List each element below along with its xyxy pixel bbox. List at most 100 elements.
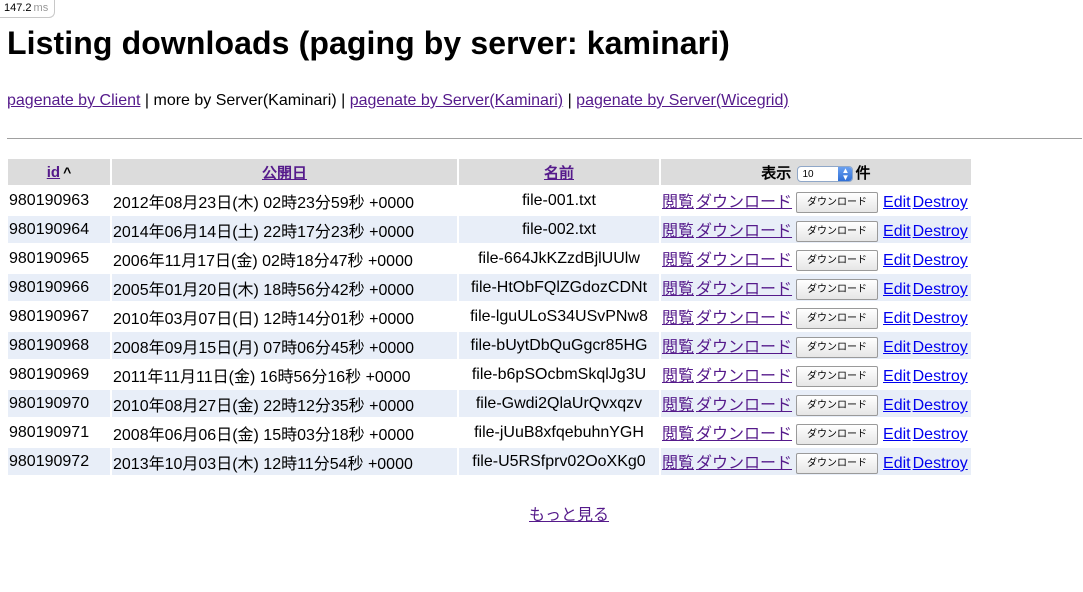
page-title: Listing downloads (paging by server: kam… (7, 25, 730, 61)
cell-actions: 閲覧 ダウンロード ダウンロード Edit Destroy (661, 448, 971, 475)
table-header-row: id ^ 公開日 名前 表示 10 ▲ ▼ 件 (8, 159, 971, 185)
cell-published-date: 2005年01月20日(木) 18時56分42秒 +0000 (112, 274, 457, 301)
view-link[interactable]: 閲覧 (662, 339, 694, 356)
download-link[interactable]: ダウンロード (696, 426, 792, 443)
edit-link[interactable]: Edit (883, 281, 911, 298)
table-row: 980190972 2013年10月03日(木) 12時11分54秒 +0000 f… (8, 448, 971, 475)
table-row: 980190964 2014年06月14日(土) 22時17分23秒 +0000 f… (8, 216, 971, 243)
nav-link-client-pagination[interactable]: pagenate by Client (7, 92, 140, 109)
sort-by-id-link[interactable]: id (47, 164, 60, 181)
cell-id: 980190965 (8, 245, 110, 272)
nav-separator: | (140, 92, 154, 109)
destroy-link[interactable]: Destroy (913, 455, 968, 472)
cell-file-name: file-002.txt (459, 216, 659, 243)
column-header-per-page: 表示 10 ▲ ▼ 件 (661, 159, 971, 185)
destroy-link[interactable]: Destroy (913, 397, 968, 414)
cell-id: 980190970 (8, 390, 110, 417)
edit-link[interactable]: Edit (883, 194, 911, 211)
download-link[interactable]: ダウンロード (696, 455, 792, 472)
download-link[interactable]: ダウンロード (696, 281, 792, 298)
paging-mode-nav: pagenate by Client | more by Server(Kami… (7, 92, 789, 110)
destroy-link[interactable]: Destroy (913, 223, 968, 240)
view-link[interactable]: 閲覧 (662, 368, 694, 385)
cell-published-date: 2008年06月06日(金) 15時03分18秒 +0000 (112, 419, 457, 446)
download-button[interactable]: ダウンロード (796, 366, 879, 388)
cell-published-date: 2010年03月07日(日) 12時14分01秒 +0000 (112, 303, 457, 330)
download-button[interactable]: ダウンロード (796, 250, 879, 272)
destroy-link[interactable]: Destroy (913, 426, 968, 443)
nav-link-server-wicegrid[interactable]: pagenate by Server(Wicegrid) (576, 92, 789, 109)
view-link[interactable]: 閲覧 (662, 397, 694, 414)
cell-actions: 閲覧 ダウンロード ダウンロード Edit Destroy (661, 303, 971, 330)
view-link[interactable]: 閲覧 (662, 455, 694, 472)
cell-id: 980190966 (8, 274, 110, 301)
sort-by-name-link[interactable]: 名前 (544, 165, 574, 182)
edit-link[interactable]: Edit (883, 310, 911, 327)
edit-link[interactable]: Edit (883, 426, 911, 443)
per-page-select[interactable]: 10 ▲ ▼ (797, 165, 854, 182)
destroy-link[interactable]: Destroy (913, 339, 968, 356)
download-link[interactable]: ダウンロード (696, 339, 792, 356)
download-link[interactable]: ダウンロード (696, 194, 792, 211)
download-button[interactable]: ダウンロード (796, 395, 879, 417)
view-link[interactable]: 閲覧 (662, 281, 694, 298)
cell-published-date: 2006年11月17日(金) 02時18分47秒 +0000 (112, 245, 457, 272)
table-row: 980190971 2008年06月06日(金) 15時03分18秒 +0000 f… (8, 419, 971, 446)
cell-file-name: file-001.txt (459, 187, 659, 214)
edit-link[interactable]: Edit (883, 252, 911, 269)
download-link[interactable]: ダウンロード (696, 397, 792, 414)
download-button[interactable]: ダウンロード (796, 453, 879, 475)
table-row: 980190967 2010年03月07日(日) 12時14分01秒 +0000 f… (8, 303, 971, 330)
cell-actions: 閲覧 ダウンロード ダウンロード Edit Destroy (661, 419, 971, 446)
download-link[interactable]: ダウンロード (696, 252, 792, 269)
edit-link[interactable]: Edit (883, 368, 911, 385)
cell-actions: 閲覧 ダウンロード ダウンロード Edit Destroy (661, 274, 971, 301)
downloads-table: id ^ 公開日 名前 表示 10 ▲ ▼ 件 980190963 2012年08月23日… (6, 157, 973, 477)
cell-actions: 閲覧 ダウンロード ダウンロード Edit Destroy (661, 390, 971, 417)
nav-current-mode: more by Server(Kaminari) (153, 92, 337, 109)
download-button[interactable]: ダウンロード (796, 337, 879, 359)
select-arrows-icon: ▲ ▼ (838, 166, 853, 181)
per-page-label: 表示 (761, 164, 792, 182)
render-time-unit: ms (33, 2, 49, 14)
view-link[interactable]: 閲覧 (662, 223, 694, 240)
nav-link-server-kaminari[interactable]: pagenate by Server(Kaminari) (350, 92, 563, 109)
download-button[interactable]: ダウンロード (796, 192, 879, 214)
per-page-value: 10 (802, 168, 814, 180)
view-link[interactable]: 閲覧 (662, 252, 694, 269)
cell-published-date: 2011年11月11日(金) 16時56分16秒 +0000 (112, 361, 457, 388)
column-header-name: 名前 (459, 159, 659, 185)
view-link[interactable]: 閲覧 (662, 426, 694, 443)
destroy-link[interactable]: Destroy (913, 194, 968, 211)
edit-link[interactable]: Edit (883, 455, 911, 472)
download-button[interactable]: ダウンロード (796, 279, 879, 301)
cell-file-name: file-U5RSfprv02OoXKg0 (459, 448, 659, 475)
cell-id: 980190967 (8, 303, 110, 330)
cell-published-date: 2014年06月14日(土) 22時17分23秒 +0000 (112, 216, 457, 243)
destroy-link[interactable]: Destroy (913, 252, 968, 269)
cell-id: 980190963 (8, 187, 110, 214)
destroy-link[interactable]: Destroy (913, 281, 968, 298)
edit-link[interactable]: Edit (883, 397, 911, 414)
cell-id: 980190971 (8, 419, 110, 446)
destroy-link[interactable]: Destroy (913, 368, 968, 385)
sort-by-date-link[interactable]: 公開日 (262, 165, 307, 182)
column-header-id: id ^ (8, 159, 110, 185)
view-link[interactable]: 閲覧 (662, 194, 694, 211)
cell-id: 980190964 (8, 216, 110, 243)
download-link[interactable]: ダウンロード (696, 223, 792, 240)
cell-id: 980190972 (8, 448, 110, 475)
edit-link[interactable]: Edit (883, 339, 911, 356)
table-row: 980190966 2005年01月20日(木) 18時56分42秒 +0000 f… (8, 274, 971, 301)
view-link[interactable]: 閲覧 (662, 310, 694, 327)
download-link[interactable]: ダウンロード (696, 368, 792, 385)
load-more-link[interactable]: もっと見る (529, 501, 609, 525)
download-link[interactable]: ダウンロード (696, 310, 792, 327)
destroy-link[interactable]: Destroy (913, 310, 968, 327)
download-button[interactable]: ダウンロード (796, 308, 879, 330)
download-button[interactable]: ダウンロード (796, 221, 879, 243)
cell-published-date: 2008年09月15日(月) 07時06分45秒 +0000 (112, 332, 457, 359)
edit-link[interactable]: Edit (883, 223, 911, 240)
download-button[interactable]: ダウンロード (796, 424, 879, 446)
cell-published-date: 2010年08月27日(金) 22時12分35秒 +0000 (112, 390, 457, 417)
